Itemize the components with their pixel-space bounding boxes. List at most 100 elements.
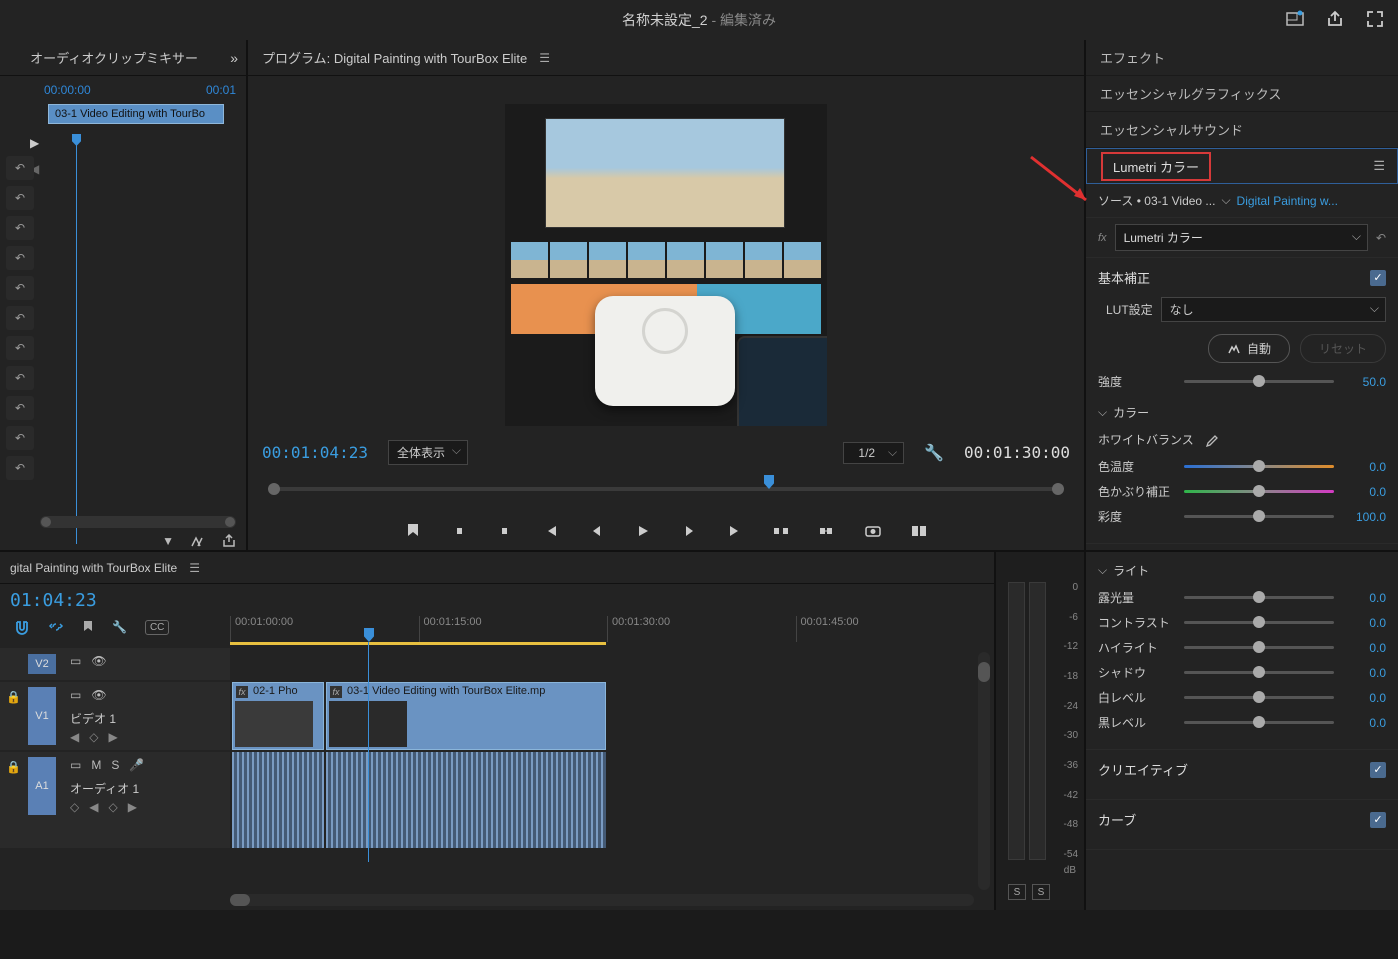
in-point-icon[interactable] <box>449 521 469 541</box>
undo-icon[interactable]: ↶ <box>6 156 34 180</box>
undo-icon[interactable]: ↶ <box>6 426 34 450</box>
audio-clip-1[interactable] <box>232 752 324 848</box>
undo-icon[interactable]: ↶ <box>6 216 34 240</box>
marker-tool-icon[interactable] <box>82 620 94 634</box>
undo-icon[interactable]: ↶ <box>6 186 34 210</box>
track-tag-v1[interactable]: V1 <box>28 687 56 745</box>
workspace-icon[interactable] <box>1286 10 1304 28</box>
step-fwd-icon[interactable] <box>679 521 699 541</box>
track-output-icon[interactable]: ▭ <box>70 654 81 668</box>
lut-dropdown[interactable]: なし <box>1161 297 1386 322</box>
add-kf-icon[interactable]: ◇ <box>70 800 79 814</box>
undo-icon[interactable]: ↶ <box>6 306 34 330</box>
prev-kf-icon[interactable]: ◀ <box>89 800 98 814</box>
undo-icon[interactable]: ↶ <box>6 456 34 480</box>
lift-icon[interactable] <box>771 521 791 541</box>
intensity-value[interactable]: 50.0 <box>1342 375 1386 389</box>
temp-value[interactable]: 0.0 <box>1342 460 1386 474</box>
voiceover-icon[interactable]: 🎤 <box>129 758 144 772</box>
video-clip-1[interactable]: fx02-1 Pho <box>232 682 324 750</box>
lock-icon[interactable]: 🔒 <box>6 760 21 774</box>
audio-mixer-tab[interactable]: オーディオクリップミキサー <box>8 48 220 67</box>
collapse-icon[interactable]: ⌵ <box>1098 405 1107 420</box>
export-icon[interactable] <box>222 534 236 548</box>
highlight-slider[interactable] <box>1184 646 1334 649</box>
highlight-value[interactable]: 0.0 <box>1342 641 1386 655</box>
contrast-value[interactable]: 0.0 <box>1342 616 1386 630</box>
mute-button[interactable]: M <box>91 758 101 772</box>
compare-icon[interactable] <box>909 521 929 541</box>
curves-title[interactable]: カーブ <box>1098 810 1136 829</box>
source-clip-label[interactable]: ソース • 03-1 Video ... <box>1098 192 1215 209</box>
timeline-hscroll[interactable] <box>230 894 974 906</box>
fullscreen-icon[interactable] <box>1366 10 1384 28</box>
play-icon[interactable]: ▶ <box>30 136 39 150</box>
sat-value[interactable]: 100.0 <box>1342 510 1386 524</box>
snap-icon[interactable] <box>14 619 30 635</box>
contrast-slider[interactable] <box>1184 621 1334 624</box>
source-clip[interactable]: 03-1 Video Editing with TourBo <box>48 104 224 124</box>
play-icon[interactable] <box>633 521 653 541</box>
shadow-slider[interactable] <box>1184 671 1334 674</box>
extract-icon[interactable] <box>817 521 837 541</box>
track-output-icon[interactable]: ▭ <box>70 758 81 772</box>
curves-toggle[interactable]: ✓ <box>1370 812 1386 828</box>
track-tag-a1[interactable]: A1 <box>28 757 56 815</box>
time-ruler[interactable]: 00:01:00:00 00:01:15:00 00:01:30:00 00:0… <box>230 616 984 642</box>
basic-toggle[interactable]: ✓ <box>1370 270 1386 286</box>
marker-icon[interactable] <box>403 521 423 541</box>
tab-lumetri-color[interactable]: Lumetri カラー☰ <box>1086 148 1398 184</box>
tab-effects[interactable]: エフェクト <box>1086 40 1398 76</box>
reset-icon[interactable]: ↶ <box>1376 231 1386 245</box>
undo-icon[interactable]: ↶ <box>6 336 34 360</box>
temp-slider[interactable] <box>1184 465 1334 468</box>
undo-icon[interactable]: ↶ <box>6 246 34 270</box>
cc-icon[interactable]: CC <box>145 620 169 635</box>
step-back-icon[interactable] <box>587 521 607 541</box>
wrench-icon[interactable]: 🔧 <box>112 620 127 634</box>
fx-badge[interactable]: fx <box>1098 232 1107 244</box>
basic-title[interactable]: 基本補正 <box>1098 268 1150 287</box>
filter-icon[interactable]: ▼ <box>162 534 174 548</box>
sequence-name[interactable]: gital Painting with TourBox Elite <box>10 561 177 575</box>
light-title[interactable]: ライト <box>1113 562 1386 579</box>
color-title[interactable]: カラー <box>1113 404 1386 421</box>
zoom-dropdown[interactable]: 1/2 <box>843 442 904 464</box>
program-timecode[interactable]: 00:01:04:23 <box>262 443 368 462</box>
goto-in-icon[interactable] <box>541 521 561 541</box>
lock-icon[interactable]: 🔒 <box>6 690 21 704</box>
white-value[interactable]: 0.0 <box>1342 691 1386 705</box>
intensity-slider[interactable] <box>1184 380 1334 383</box>
creative-section[interactable]: クリエイティブ✓ <box>1086 750 1398 800</box>
panel-menu-icon[interactable]: ☰ <box>539 51 550 65</box>
track-visibility-icon[interactable]: 👁 <box>91 654 106 668</box>
tint-value[interactable]: 0.0 <box>1342 485 1386 499</box>
program-monitor[interactable] <box>505 104 827 426</box>
add-kf-icon[interactable]: ◇ <box>89 730 98 744</box>
exposure-value[interactable]: 0.0 <box>1342 591 1386 605</box>
tab-essential-sound[interactable]: エッセンシャルサウンド <box>1086 112 1398 148</box>
solo-button[interactable]: S <box>111 758 119 772</box>
panel-overflow-icon[interactable]: » <box>230 50 238 66</box>
chevron-down-icon[interactable]: ⌵ <box>1221 193 1230 208</box>
link-icon[interactable] <box>48 620 64 634</box>
undo-icon[interactable]: ↶ <box>6 396 34 420</box>
fit-dropdown[interactable]: 全体表示 <box>388 440 468 465</box>
tab-essential-graphics[interactable]: エッセンシャルグラフィックス <box>1086 76 1398 112</box>
tint-slider[interactable] <box>1184 490 1334 493</box>
out-point-icon[interactable] <box>495 521 515 541</box>
next-kf-icon[interactable]: ▶ <box>128 800 137 814</box>
eyedropper-icon[interactable] <box>1204 433 1218 447</box>
track-tag-v2[interactable]: V2 <box>28 654 56 674</box>
prev-kf-icon[interactable]: ◀ <box>70 730 79 744</box>
creative-title[interactable]: クリエイティブ <box>1098 760 1188 779</box>
white-slider[interactable] <box>1184 696 1334 699</box>
settings-icon[interactable]: 🔧 <box>924 443 944 463</box>
collapse-icon[interactable]: ⌵ <box>1098 563 1107 578</box>
export-icon[interactable] <box>1326 10 1344 28</box>
lumetri-dropdown[interactable]: Lumetri カラー <box>1115 224 1368 251</box>
curves-section[interactable]: カーブ ✓ <box>1086 800 1398 850</box>
next-kf-icon[interactable]: ▶ <box>108 730 117 744</box>
kf-diamond-icon[interactable]: ◇ <box>108 800 117 814</box>
panel-menu-icon[interactable]: ☰ <box>1373 158 1385 174</box>
